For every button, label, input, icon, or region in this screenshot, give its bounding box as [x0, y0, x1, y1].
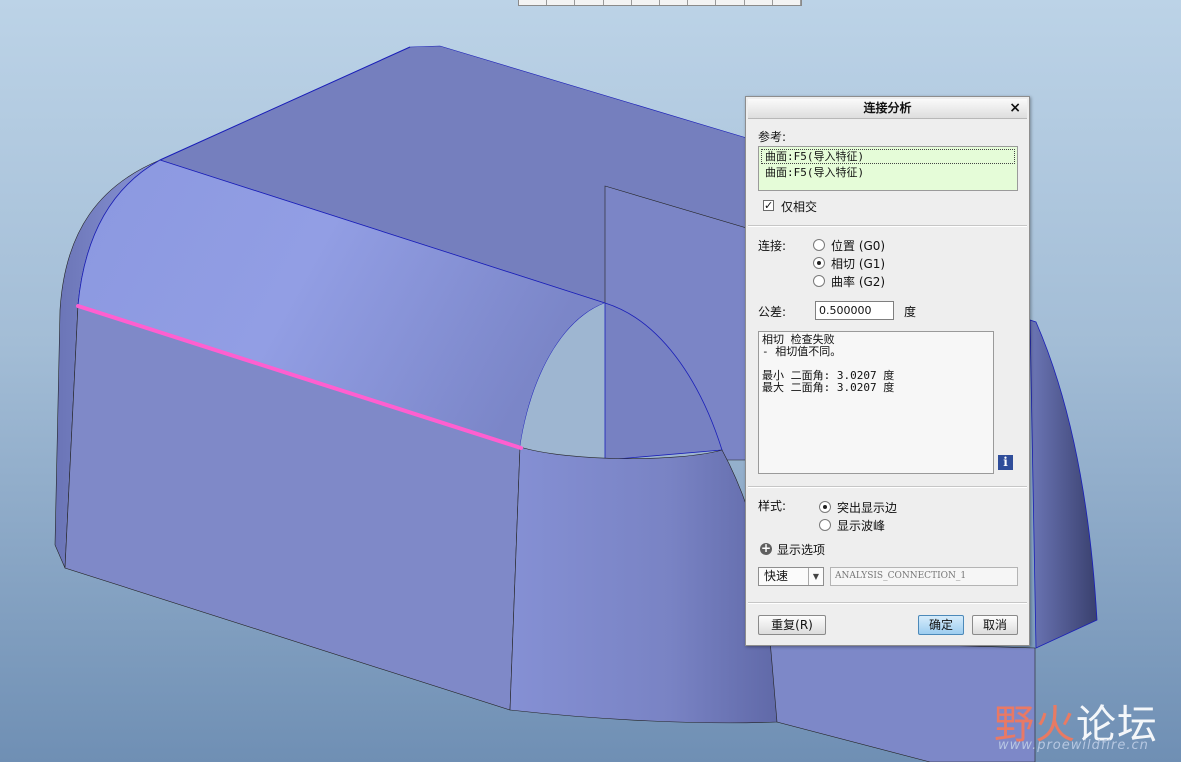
- ok-button[interactable]: 确定: [918, 615, 964, 635]
- close-icon[interactable]: ×: [1009, 100, 1021, 117]
- divider: [748, 486, 1027, 488]
- connection-label: 连接:: [758, 239, 787, 253]
- dialog-title: 连接分析: [863, 101, 912, 115]
- radio-highlight-edges[interactable]: [819, 501, 831, 513]
- arch-surface: [509, 446, 778, 724]
- radio-highlight-edges-label: 突出显示边: [837, 501, 898, 515]
- intersect-only-checkbox[interactable]: ✓: [763, 200, 774, 211]
- intersect-only-label: 仅相交: [781, 200, 818, 214]
- results-text: 相切 检查失败 - 相切值不同。 最小 二面角: 3.0207 度 最大 二面角…: [758, 331, 994, 474]
- watermark-url: www.proewildfire.cn: [998, 738, 1149, 753]
- tolerance-input[interactable]: 0.500000: [815, 301, 894, 320]
- display-options-label[interactable]: 显示选项: [777, 541, 825, 558]
- radio-show-crests[interactable]: [819, 519, 831, 531]
- radio-position-g0-label: 位置 (G0): [831, 239, 886, 253]
- radio-position-g0[interactable]: [813, 239, 825, 251]
- divider: [748, 225, 1027, 227]
- dialog-titlebar[interactable]: 连接分析 ×: [748, 99, 1027, 119]
- speed-select[interactable]: 快速 ▼: [758, 567, 824, 586]
- style-label: 样式:: [758, 499, 787, 513]
- repeat-button[interactable]: 重复(R): [758, 615, 826, 635]
- info-icon[interactable]: i: [998, 455, 1013, 470]
- radio-tangent-g1[interactable]: [813, 257, 825, 269]
- radio-curvature-g2-label: 曲率 (G2): [831, 275, 886, 289]
- reference-list[interactable]: 曲面:F5(导入特征) 曲面:F5(导入特征): [758, 146, 1018, 191]
- speed-value: 快速: [764, 569, 789, 583]
- expand-plus-icon[interactable]: +: [760, 542, 772, 555]
- tolerance-label: 公差:: [758, 305, 787, 319]
- reference-item[interactable]: 曲面:F5(导入特征): [759, 166, 1017, 179]
- connection-analysis-dialog: 连接分析 × 参考: 曲面:F5(导入特征) 曲面:F5(导入特征) ✓ 仅相交…: [745, 96, 1030, 646]
- top-toolbar: [518, 0, 802, 6]
- radio-curvature-g2[interactable]: [813, 275, 825, 287]
- radio-tangent-g1-label: 相切 (G1): [831, 257, 886, 271]
- analysis-name-input[interactable]: ANALYSIS_CONNECTION_1: [830, 567, 1018, 586]
- cancel-button[interactable]: 取消: [972, 615, 1018, 635]
- reference-label: 参考:: [758, 130, 787, 144]
- watermark-logo: 野火论坛 www.proewildfire.cn: [992, 680, 1177, 760]
- right-shell-surface: [1029, 319, 1098, 649]
- tolerance-unit: 度: [904, 305, 917, 319]
- divider: [748, 602, 1027, 604]
- reference-item[interactable]: 曲面:F5(导入特征): [761, 149, 1015, 164]
- chevron-down-icon[interactable]: ▼: [808, 568, 823, 585]
- radio-show-crests-label: 显示波峰: [837, 519, 886, 533]
